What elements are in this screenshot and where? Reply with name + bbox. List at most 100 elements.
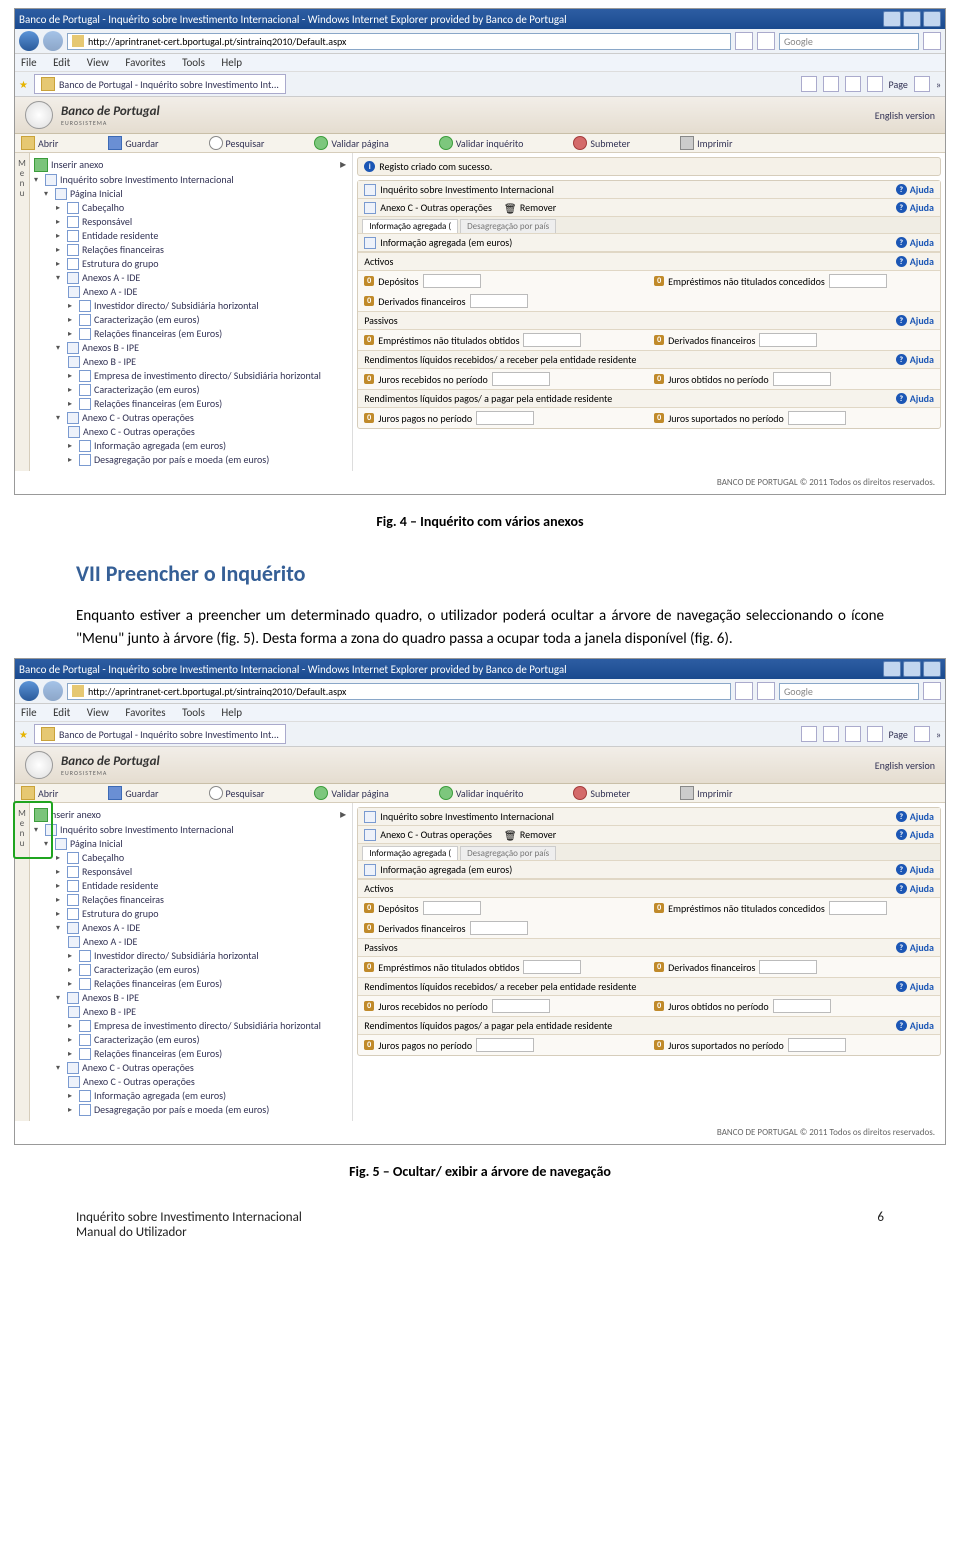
input-juros-pagos[interactable] xyxy=(476,411,534,425)
tb-validar-pagina[interactable]: Validar página xyxy=(314,136,388,150)
input-juros-obtidos[interactable] xyxy=(773,372,831,386)
search-go-button[interactable] xyxy=(923,682,941,700)
browser-tab[interactable]: Banco de Portugal - Inquérito sobre Inve… xyxy=(34,724,286,744)
remover-link[interactable]: Remover xyxy=(520,201,556,214)
refresh-button[interactable] xyxy=(735,32,753,50)
favorites-star-icon[interactable]: ★ xyxy=(19,728,28,741)
page-menu[interactable]: Page xyxy=(889,728,908,741)
tree-item[interactable]: ▸Entidade residente xyxy=(34,229,350,243)
menu-tools[interactable]: Tools xyxy=(182,56,205,69)
menu-view[interactable]: View xyxy=(87,706,109,719)
input-depositos[interactable] xyxy=(423,274,481,288)
menu-favorites[interactable]: Favorites xyxy=(125,56,165,69)
tools-icon[interactable] xyxy=(914,726,930,742)
tree-item[interactable]: ▾Anexos A - IDE xyxy=(34,921,350,935)
insert-anexo-row[interactable]: nserir anexo▸ xyxy=(34,807,350,823)
input-juros-recebidos[interactable] xyxy=(492,999,550,1013)
tree-item[interactable]: ▸Informação agregada (em euros) xyxy=(34,1089,350,1103)
search-box[interactable]: Google xyxy=(779,683,919,700)
tab-informacao-agregada[interactable]: Informação agregada ( xyxy=(362,219,458,233)
minimize-button[interactable] xyxy=(883,11,901,27)
feeds-icon[interactable] xyxy=(823,76,839,92)
refresh-button[interactable] xyxy=(735,682,753,700)
ajuda-link[interactable]: ?Ajuda xyxy=(896,201,934,214)
input-derivados-activos[interactable] xyxy=(470,294,528,308)
tree-item[interactable]: ▸Caracterização (em euros) xyxy=(34,313,350,327)
back-button[interactable] xyxy=(19,681,39,701)
tree-item[interactable]: Anexo A - IDE xyxy=(34,285,350,299)
tree-item[interactable]: Anexo B - IPE xyxy=(34,1005,350,1019)
forward-button[interactable] xyxy=(43,31,63,51)
maximize-button[interactable] xyxy=(903,11,921,27)
ajuda-link[interactable]: ?Ajuda xyxy=(896,314,934,327)
tab-desagregacao[interactable]: Desagregação por país xyxy=(460,219,556,233)
ajuda-link[interactable]: ?Ajuda xyxy=(896,353,934,366)
tb-pesquisar[interactable]: Pesquisar xyxy=(209,786,265,800)
tree-item[interactable]: ▸Relações financeiras (em Euros) xyxy=(34,977,350,991)
search-box[interactable]: Google xyxy=(779,33,919,50)
ajuda-link[interactable]: ?Ajuda xyxy=(896,1019,934,1032)
tree-item[interactable]: ▾Página Inicial xyxy=(34,837,350,851)
tree-item[interactable]: Anexo B - IPE xyxy=(34,355,350,369)
tree-item[interactable]: Anexo C - Outras operações xyxy=(34,1075,350,1089)
remover-link[interactable]: Remover xyxy=(520,828,556,841)
menu-help[interactable]: Help xyxy=(221,706,242,719)
tab-informacao-agregada[interactable]: Informação agregada ( xyxy=(362,846,458,860)
input-emprestimos-concedidos[interactable] xyxy=(829,901,887,915)
search-go-button[interactable] xyxy=(923,32,941,50)
tree-item[interactable]: ▸Relações financeiras (em Euros) xyxy=(34,397,350,411)
maximize-button[interactable] xyxy=(903,661,921,677)
tree-item[interactable]: ▾Anexos B - IPE xyxy=(34,341,350,355)
mail-icon[interactable] xyxy=(845,726,861,742)
tree-item[interactable]: ▸Desagregação por país e moeda (em euros… xyxy=(34,1103,350,1117)
print-icon[interactable] xyxy=(867,76,883,92)
tools-icon[interactable] xyxy=(914,76,930,92)
menu-column[interactable]: M e n u xyxy=(15,803,30,1121)
tree-item[interactable]: ▸Investidor directo/ Subsidiária horizon… xyxy=(34,949,350,963)
stop-button[interactable] xyxy=(757,682,775,700)
feeds-icon[interactable] xyxy=(823,726,839,742)
input-derivados-passivos[interactable] xyxy=(759,333,817,347)
input-derivados-passivos[interactable] xyxy=(759,960,817,974)
ajuda-link[interactable]: ?Ajuda xyxy=(896,882,934,895)
mail-icon[interactable] xyxy=(845,76,861,92)
home-icon[interactable] xyxy=(801,76,817,92)
tree-item[interactable]: ▸Entidade residente xyxy=(34,879,350,893)
favorites-star-icon[interactable]: ★ xyxy=(19,78,28,91)
ajuda-link[interactable]: ?Ajuda xyxy=(896,863,934,876)
input-juros-obtidos[interactable] xyxy=(773,999,831,1013)
tree-item[interactable]: ▸Caracterização (em euros) xyxy=(34,1033,350,1047)
tree-item[interactable]: ▸Cabeçalho xyxy=(34,201,350,215)
tree-item[interactable]: ▸Desagregação por país e moeda (em euros… xyxy=(34,453,350,467)
menu-edit[interactable]: Edit xyxy=(53,706,70,719)
ajuda-link[interactable]: ?Ajuda xyxy=(896,236,934,249)
browser-tab[interactable]: Banco de Portugal - Inquérito sobre Inve… xyxy=(34,74,286,94)
tree-item[interactable]: ▸Empresa de investimento directo/ Subsid… xyxy=(34,1019,350,1033)
input-juros-recebidos[interactable] xyxy=(492,372,550,386)
input-juros-suportados[interactable] xyxy=(788,411,846,425)
tree-item[interactable]: ▸Informação agregada (em euros) xyxy=(34,439,350,453)
tree-item[interactable]: ▸Caracterização (em euros) xyxy=(34,963,350,977)
close-button[interactable] xyxy=(923,11,941,27)
tb-abrir[interactable]: Abrir xyxy=(21,786,58,800)
tb-imprimir[interactable]: Imprimir xyxy=(680,136,732,150)
ajuda-link[interactable]: ?Ajuda xyxy=(896,941,934,954)
input-depositos[interactable] xyxy=(423,901,481,915)
url-bar[interactable]: http://aprintranet-cert.bportugal.pt/sin… xyxy=(67,683,731,700)
ajuda-link[interactable]: ?Ajuda xyxy=(896,810,934,823)
input-juros-suportados[interactable] xyxy=(788,1038,846,1052)
tb-submeter[interactable]: Submeter xyxy=(573,136,630,150)
back-button[interactable] xyxy=(19,31,39,51)
ajuda-link[interactable]: ?Ajuda xyxy=(896,828,934,841)
menu-tools[interactable]: Tools xyxy=(182,706,205,719)
tb-submeter[interactable]: Submeter xyxy=(573,786,630,800)
ajuda-link[interactable]: ?Ajuda xyxy=(896,183,934,196)
chevron-icon[interactable]: » xyxy=(936,78,941,91)
tree-item[interactable]: Anexo A - IDE xyxy=(34,935,350,949)
tree-item[interactable]: ▸Relações financeiras xyxy=(34,243,350,257)
tree-item[interactable]: ▸Relações financeiras (em Euros) xyxy=(34,327,350,341)
ajuda-link[interactable]: ?Ajuda xyxy=(896,392,934,405)
tb-abrir[interactable]: Abrir xyxy=(21,136,58,150)
tree-root[interactable]: ▾Inquérito sobre Investimento Internacio… xyxy=(34,823,350,837)
tree-item[interactable]: ▾Anexo C - Outras operações xyxy=(34,1061,350,1075)
